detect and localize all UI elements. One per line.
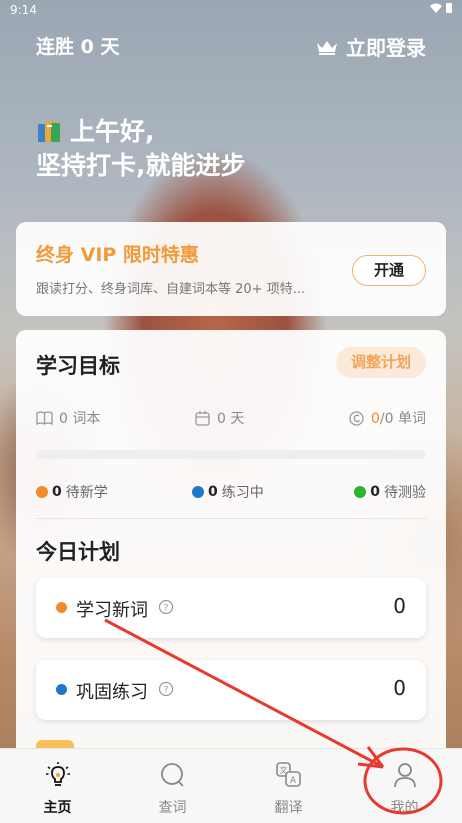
tab-translate-label: 翻译 — [274, 800, 303, 816]
vip-title: 终身 VIP 限时特惠 — [36, 244, 199, 266]
tab-home-label: 主页 — [43, 800, 72, 816]
stat-days: 0 天 — [194, 408, 244, 428]
vip-open-button[interactable]: 开通 — [352, 255, 426, 286]
study-goal-card: 学习目标 调整计划 0 词本 0 天 0/0 单词 0 待新学 0 练习中 0 … — [16, 330, 446, 760]
stat-words-rest: /0 单词 — [379, 411, 426, 427]
plan-item-count: 0 — [393, 594, 406, 618]
legend-new: 0 待新学 — [36, 482, 108, 502]
status-bar: 9:14 — [0, 0, 462, 22]
orange-dot-icon — [36, 486, 48, 498]
svg-text:?: ? — [164, 686, 169, 696]
legend-practicing: 0 练习中 — [192, 482, 264, 502]
status-time: 9:14 — [10, 3, 37, 17]
tab-home[interactable]: 主页 — [0, 749, 115, 823]
green-dot-icon — [354, 486, 367, 498]
plan-item-count: 0 — [393, 676, 406, 700]
login-label: 立即登录 — [346, 36, 426, 60]
calendar-icon — [195, 410, 210, 426]
translate-icon: 文 A — [276, 762, 301, 787]
tab-lookup-label: 查词 — [158, 800, 187, 816]
greeting: 上午好, 坚持打卡,就能进步 — [36, 115, 246, 183]
stat-books: 0 词本 — [36, 408, 100, 428]
status-icons — [430, 3, 452, 13]
today-plan-title: 今日计划 — [36, 540, 120, 564]
help-icon[interactable]: ? — [158, 599, 174, 615]
legend-practicing-count: 0 — [208, 484, 218, 500]
legend-new-label: 待新学 — [65, 485, 108, 501]
bulb-icon — [46, 762, 70, 786]
battery-icon — [446, 3, 452, 13]
tab-translate[interactable]: 文 A 翻译 — [231, 749, 346, 823]
legend-test-label: 待测验 — [384, 485, 426, 501]
legend-new-count: 0 — [52, 484, 62, 500]
streak-label: 连胜 0 天 — [36, 36, 120, 58]
svg-text:文: 文 — [280, 765, 288, 775]
plan-item-label: 学习新词 — [76, 600, 148, 621]
bottom-tab-bar: 主页 查词 文 A 翻译 我的 — [0, 748, 462, 823]
login-button[interactable]: 立即登录 — [316, 32, 426, 61]
goal-title: 学习目标 — [36, 354, 120, 378]
person-icon — [394, 763, 416, 788]
tab-mine[interactable]: 我的 — [347, 749, 462, 823]
vip-description: 跟读打分、终身词库、自建词本等 20+ 项特... — [36, 282, 306, 297]
search-icon — [161, 763, 184, 787]
header: 连胜 0 天 立即登录 — [36, 32, 426, 60]
help-icon[interactable]: ? — [158, 681, 174, 697]
greeting-line1: 上午好, — [70, 117, 155, 146]
tab-lookup[interactable]: 查词 — [115, 749, 230, 823]
legend-test: 0 待测验 — [354, 482, 426, 502]
books-icon — [38, 121, 60, 142]
goal-progress-bar — [36, 450, 426, 459]
plan-item-label: 巩固练习 — [76, 682, 148, 703]
crown-icon — [317, 40, 337, 55]
vip-card[interactable]: 终身 VIP 限时特惠 跟读打分、终身词库、自建词本等 20+ 项特... 开通 — [16, 222, 446, 316]
plan-item-review[interactable]: 巩固练习 ? 0 — [36, 660, 426, 720]
stat-words-done: 0 — [371, 411, 380, 427]
svg-text:?: ? — [164, 604, 169, 614]
legend-test-count: 0 — [370, 484, 380, 500]
stat-books-label: 0 词本 — [59, 411, 101, 427]
svg-text:A: A — [290, 776, 297, 786]
open-book-icon — [36, 410, 53, 425]
divider — [36, 518, 426, 519]
blue-dot-icon — [192, 486, 204, 498]
tab-mine-label: 我的 — [390, 800, 419, 816]
plan-item-new-words[interactable]: 学习新词 ? 0 — [36, 578, 426, 638]
blue-dot-icon — [56, 684, 67, 695]
words-icon — [349, 410, 364, 426]
orange-dot-icon — [56, 602, 67, 613]
greeting-line2: 坚持打卡,就能进步 — [36, 151, 246, 180]
stat-days-label: 0 天 — [217, 411, 245, 427]
legend-practicing-label: 练习中 — [221, 485, 264, 501]
adjust-plan-button[interactable]: 调整计划 — [336, 347, 426, 378]
stat-words: 0/0 单词 — [348, 408, 426, 428]
wifi-icon — [430, 3, 442, 13]
